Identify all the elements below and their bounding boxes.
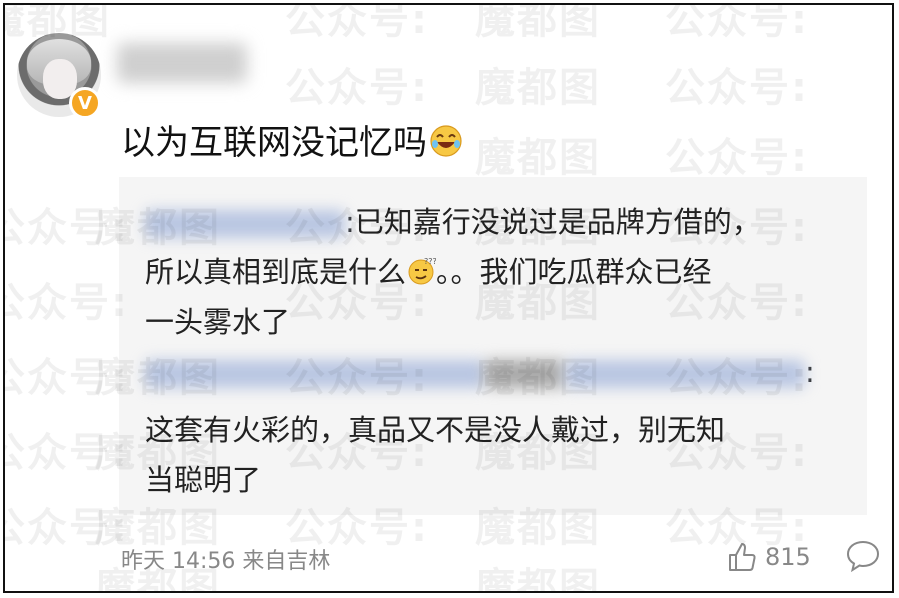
reply-2-text-b: 当聪明了 <box>145 463 262 497</box>
quoted-replies: :已知嘉行没说过是品牌方借的， 所以真相到底是什么 ??? 。。我们吃瓜群众已经… <box>119 177 867 515</box>
reply-2-line-3: 当聪明了 <box>145 457 261 499</box>
reply-1-text-a: :已知嘉行没说过是品牌方借的， <box>345 205 761 239</box>
watermark-text: 公众号: <box>5 355 129 401</box>
watermark-text: 公众号: <box>5 280 129 326</box>
reply-1-line-3: 一头雾水了 <box>145 299 290 341</box>
like-count: 815 <box>765 543 811 571</box>
watermark-text: 公众号: <box>665 3 809 43</box>
comment-icon[interactable] <box>845 539 881 573</box>
username-blurred[interactable] <box>117 43 247 83</box>
watermark-text: 魔都图 <box>475 3 601 43</box>
reply-1-username-blurred[interactable] <box>145 210 345 238</box>
watermark-text: 公众号: <box>5 505 129 551</box>
reply-2-line-2: 这套有火彩的，真品又不是没人戴过，别无知 <box>145 407 725 449</box>
reply-1-text-b: 所以真相到底是什么 <box>145 255 407 289</box>
reply-1-line-2: 所以真相到底是什么 ??? 。。我们吃瓜群众已经 <box>145 249 712 291</box>
reply-2-mention-blurred[interactable] <box>485 360 565 388</box>
reply-2-colon: : <box>805 355 815 389</box>
comment-body: 以为互联网没记忆吗 <box>121 123 427 163</box>
watermark-text: 魔都图 <box>475 135 601 181</box>
reply-2-username-blurred-2[interactable] <box>565 360 805 388</box>
comment-text: 以为互联网没记忆吗 <box>121 115 463 164</box>
thumbs-up-icon <box>729 543 756 571</box>
watermark-text: 公众号: <box>285 65 429 111</box>
reply-1-line-1: :已知嘉行没说过是品牌方借的， <box>145 199 761 241</box>
watermark-text: 魔都图 <box>475 565 601 593</box>
thinking-face-icon: ??? <box>408 257 436 285</box>
watermark-text: 公众号: <box>665 65 809 111</box>
comment-card: V 以为互联网没记忆吗 :已知嘉行没说过是品牌方借的， 所以真相到底是什么 ??… <box>3 3 894 593</box>
laughing-tears-icon <box>430 125 462 157</box>
verified-badge-icon: V <box>69 87 101 119</box>
reply-2-text-a: 这套有火彩的，真品又不是没人戴过，别无知 <box>145 413 726 447</box>
reply-2-username-blurred[interactable] <box>145 360 485 388</box>
watermark-text: 公众号: <box>5 430 129 476</box>
post-time-location: 昨天 14:56 来自吉林 <box>121 549 331 574</box>
watermark-text: 魔都图 <box>475 65 601 111</box>
watermark-text: 公众号: <box>5 205 129 251</box>
reply-1-text-c: 。。我们吃瓜群众已经 <box>436 255 712 289</box>
like-button[interactable]: 815 <box>727 537 811 577</box>
reply-1-text-d: 一头雾水了 <box>145 305 291 339</box>
reply-2-line-1: : <box>145 355 815 389</box>
watermark-text: 公众号: <box>665 135 809 181</box>
watermark-text: 公众号: <box>285 3 429 43</box>
svg-text:???: ??? <box>424 257 436 266</box>
